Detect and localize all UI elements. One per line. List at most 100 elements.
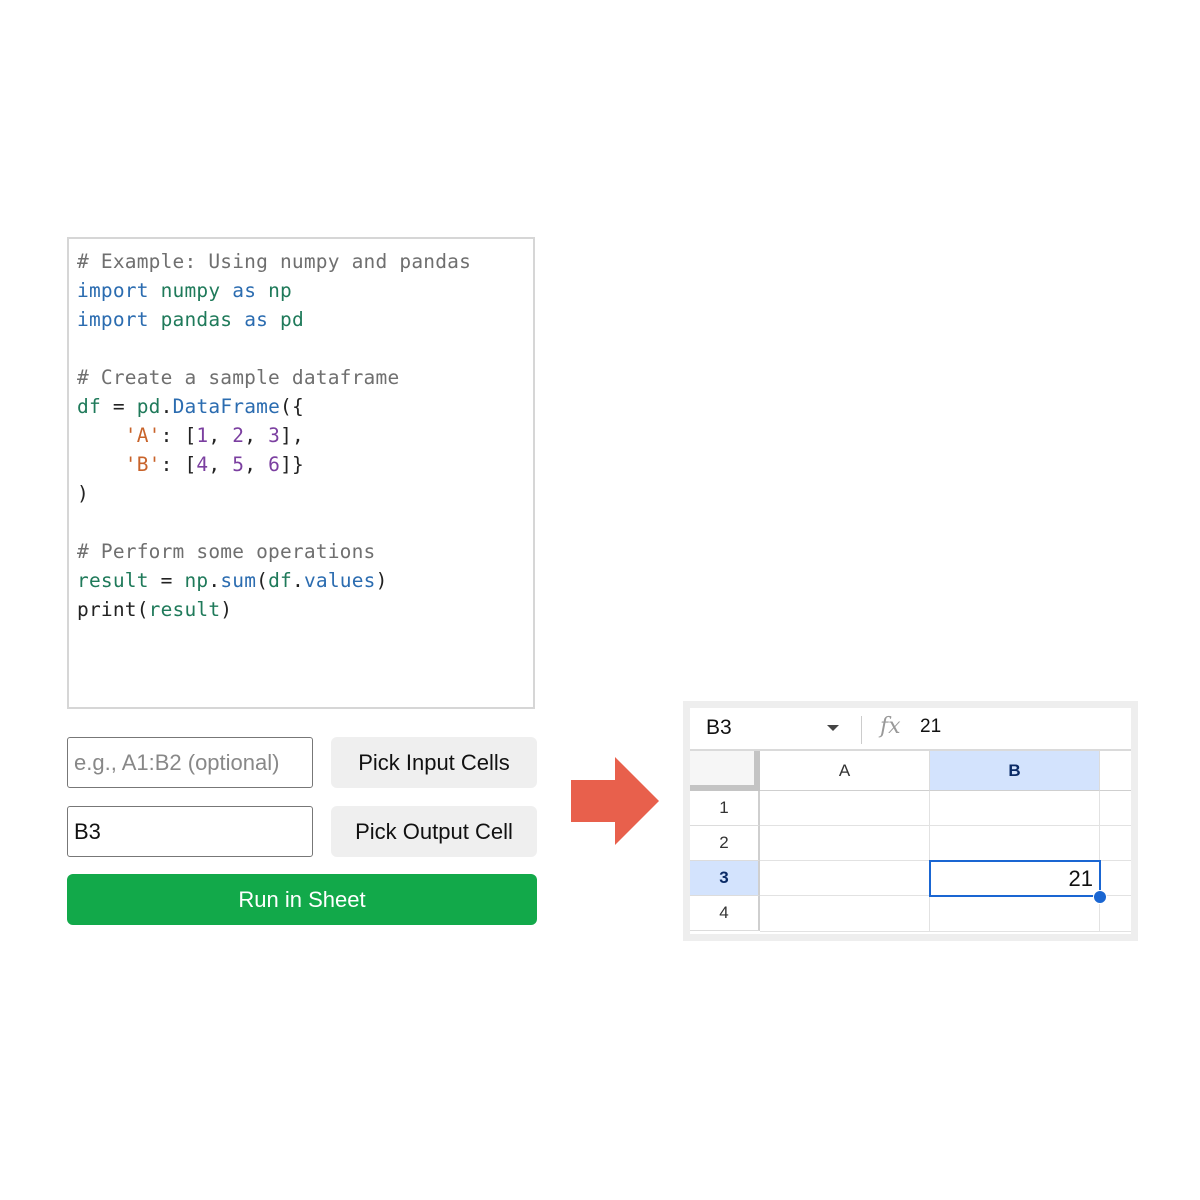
code-token-name: df [268,569,292,592]
code-token-name: pd [136,395,161,418]
cell-c3[interactable] [1100,861,1131,896]
code-token-plain: , [244,453,269,476]
code-token-attr: DataFrame [172,395,281,418]
formula-bar: B3 fx 21 [690,708,1131,751]
code-token-num: 6 [268,453,281,476]
sheet-grid: A B 1 2 3 4 21 [690,751,1131,934]
cell-a2[interactable] [760,826,930,861]
cell-b1[interactable] [930,791,1100,826]
code-line: # Perform some operations [77,537,525,566]
cell-c1[interactable] [1100,791,1131,826]
code-token-str: 'B' [124,453,161,476]
cell-c2[interactable] [1100,826,1131,861]
code-line: # Example: Using numpy and pandas [77,247,525,276]
code-token-num: 5 [232,453,245,476]
formula-value[interactable]: 21 [920,716,941,738]
code-token-plain: ( [256,569,269,592]
code-token-plain: ) [220,598,233,621]
input-range-field[interactable] [67,737,313,788]
code-token-attr: sum [220,569,257,592]
pick-output-cell-button[interactable]: Pick Output Cell [331,806,537,857]
code-token-name: result [77,569,149,592]
code-line: import pandas as pd [77,305,525,334]
cell-b4[interactable] [930,896,1100,932]
code-token-name: np [184,569,209,592]
code-token-plain: , [244,424,269,447]
code-token-plain: , [208,424,233,447]
code-token-plain: print [77,598,137,621]
code-line: print(result) [77,595,525,624]
column-header-next[interactable] [1100,751,1131,791]
code-token-kw: import [77,308,149,331]
code-line: import numpy as np [77,276,525,305]
code-editor[interactable]: # Example: Using numpy and pandas import … [67,237,535,709]
code-token-comment: # Example: Using numpy and pandas [77,250,472,273]
code-token-kw: as [232,279,257,302]
code-token-kw: import [77,279,149,302]
row-header-4[interactable]: 4 [690,896,760,931]
cell-b2[interactable] [930,826,1100,861]
code-token-attr: values [303,569,376,592]
column-header-a[interactable]: A [760,751,930,791]
row-header-3[interactable]: 3 [690,861,760,896]
fill-handle[interactable] [1093,890,1107,904]
cell-a1[interactable] [760,791,930,826]
code-token-plain: : [ [160,424,197,447]
run-in-sheet-button[interactable]: Run in Sheet [67,874,537,925]
cell-b3-selected[interactable]: 21 [929,860,1101,897]
code-token-num: 3 [268,424,281,447]
code-token-comment: # Create a sample dataframe [77,366,400,389]
code-token-comment: # Perform some operations [77,540,376,563]
column-header-b[interactable]: B [930,751,1100,791]
code-token-plain: ({ [280,395,304,418]
row-header-2[interactable]: 2 [690,826,760,861]
cell-a4[interactable] [760,896,930,932]
code-line: 'B': [4, 5, 6]} [77,450,525,479]
code-token-plain: . [291,569,304,592]
fx-icon: fx [880,714,901,739]
name-box[interactable]: B3 [706,716,732,740]
code-text[interactable]: # Example: Using numpy and pandas import … [77,247,525,624]
code-line: ) [77,479,525,508]
code-token-plain: ]} [280,453,304,476]
code-token-plain: ( [136,598,149,621]
code-token-plain: : [ [160,453,197,476]
code-token-plain: = [100,395,137,418]
code-token-num: 1 [196,424,209,447]
code-token-name: df [77,395,101,418]
code-token-str: 'A' [124,424,161,447]
select-all-corner[interactable] [690,751,760,791]
code-line: # Create a sample dataframe [77,363,525,392]
code-token-plain: = [148,569,185,592]
code-token-name: np [268,279,292,302]
code-token-plain: ], [280,424,304,447]
code-token-kw: as [244,308,269,331]
right-arrow-icon [571,757,659,845]
pick-input-cells-button[interactable]: Pick Input Cells [331,737,537,788]
code-token-plain: . [160,395,173,418]
formula-bar-divider [861,716,862,744]
cell-a3[interactable] [760,861,930,896]
output-cell-field[interactable] [67,806,313,857]
code-token-name: pd [280,308,304,331]
code-line: result = np.sum(df.values) [77,566,525,595]
spreadsheet-preview: B3 fx 21 A B 1 2 3 4 21 [683,701,1138,941]
code-line: df = pd.DataFrame({ [77,392,525,421]
name-box-dropdown-icon[interactable] [827,725,839,731]
code-token-name: result [148,598,221,621]
row-header-1[interactable]: 1 [690,791,760,826]
code-token-name: pandas [160,308,233,331]
code-token-plain: ) [77,482,89,505]
code-token-name: numpy [160,279,221,302]
code-token-plain: ) [375,569,388,592]
